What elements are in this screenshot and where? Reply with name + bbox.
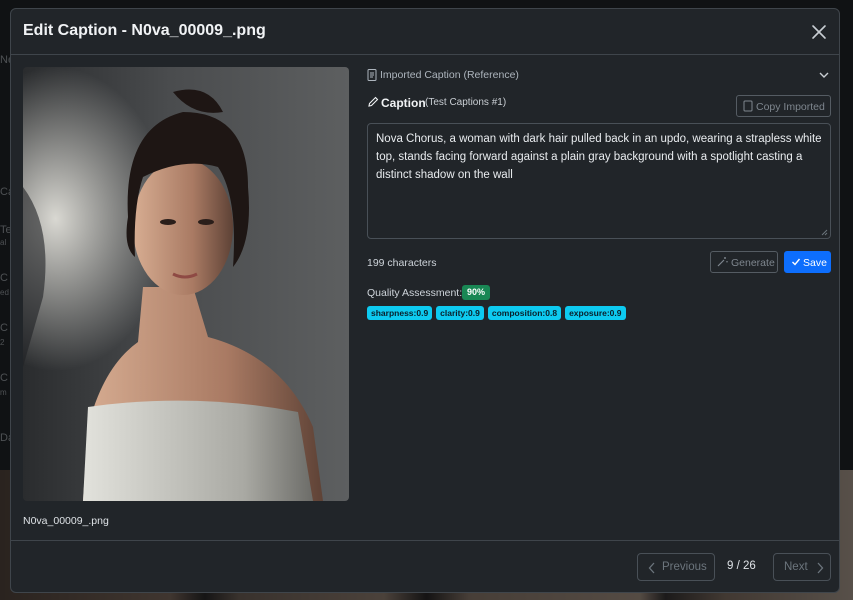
image-filename: N0va_00009_.png <box>23 515 109 527</box>
pencil-icon <box>368 96 379 107</box>
character-count: 199 characters <box>367 257 437 269</box>
chevron-right-icon <box>817 562 824 574</box>
caption-context: (Test Captions #1) <box>425 97 507 108</box>
save-label: Save <box>803 257 827 269</box>
next-label: Next <box>784 561 808 573</box>
caption-textarea[interactable]: Nova Chorus, a woman with dark hair pull… <box>367 123 831 239</box>
close-button[interactable] <box>807 20 831 44</box>
check-icon <box>792 258 801 266</box>
next-button[interactable]: Next <box>773 553 831 581</box>
quality-label: Quality Assessment: <box>367 287 463 299</box>
copy-icon <box>743 100 753 112</box>
caption-image <box>23 67 349 501</box>
metric-badge-exposure: exposure:0.9 <box>565 306 626 320</box>
generate-button[interactable]: Generate <box>710 251 778 273</box>
copy-imported-label: Copy Imported <box>756 101 825 113</box>
quality-score-badge: 90% <box>462 285 491 300</box>
metric-badge-composition: composition:0.8 <box>487 306 562 320</box>
previous-button[interactable]: Previous <box>637 553 715 581</box>
modal-header: Edit Caption - N0va_00009_.png <box>11 9 839 55</box>
chevron-down-icon <box>819 72 829 78</box>
close-icon <box>812 25 826 39</box>
metric-badge-clarity: clarity:0.9 <box>436 306 484 320</box>
save-button[interactable]: Save <box>784 251 831 273</box>
copy-imported-button[interactable]: Copy Imported <box>736 95 831 117</box>
modal-title: Edit Caption - N0va_00009_.png <box>23 22 266 39</box>
previous-label: Previous <box>662 561 707 573</box>
caption-text: Nova Chorus, a woman with dark hair pull… <box>376 133 822 181</box>
document-icon <box>367 69 377 81</box>
metric-badge-sharpness: sharpness:0.9 <box>367 306 433 320</box>
magic-wand-icon <box>717 257 728 267</box>
generate-label: Generate <box>731 257 775 269</box>
edit-caption-modal: Edit Caption - N0va_00009_.png N0va_0000… <box>10 8 840 593</box>
imported-caption-label: Imported Caption (Reference) <box>380 69 519 81</box>
caption-label: Caption <box>381 96 426 110</box>
modal-footer: Previous 9 / 26 Next <box>11 540 839 592</box>
quality-metrics: sharpness:0.9 clarity:0.9 composition:0.8 e… <box>367 306 630 321</box>
resize-handle-icon[interactable] <box>820 228 828 236</box>
imported-caption-toggle[interactable]: Imported Caption (Reference) <box>367 67 831 85</box>
chevron-left-icon <box>648 562 655 574</box>
page-indicator: 9 / 26 <box>727 560 756 572</box>
